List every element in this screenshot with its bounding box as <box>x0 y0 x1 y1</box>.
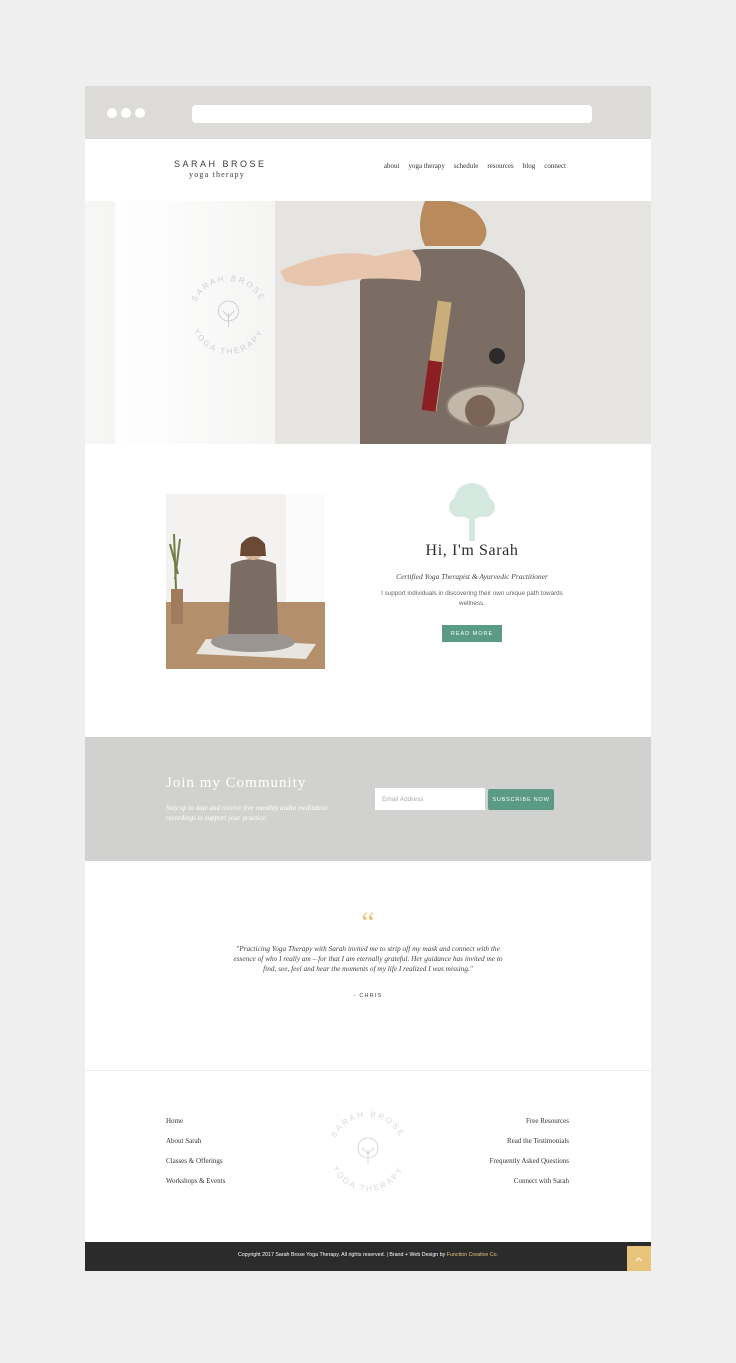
address-bar[interactable] <box>192 105 592 123</box>
footer-link-faq[interactable]: Frequently Asked Questions <box>490 1157 569 1177</box>
nav-resources[interactable]: resources <box>487 162 513 170</box>
nav-yoga-therapy[interactable]: yoga therapy <box>408 162 444 170</box>
footer-link-home[interactable]: Home <box>166 1117 225 1137</box>
svg-text:SARAH BROSE: SARAH BROSE <box>329 1110 407 1139</box>
footer-links-left: Home About Sarah Classes & Offerings Wor… <box>166 1117 225 1197</box>
footer-link-resources[interactable]: Free Resources <box>490 1117 569 1137</box>
designer-link[interactable]: Function Creative Co. <box>447 1252 498 1258</box>
testimonial-author: - CHRIS <box>353 993 383 999</box>
footer-link-workshops[interactable]: Workshops & Events <box>166 1177 225 1197</box>
window-dot-close[interactable] <box>107 108 117 118</box>
about-title: Hi, I'm Sarah <box>425 542 519 559</box>
about-description: I support individuals in discovering the… <box>381 590 563 607</box>
chevron-up-icon <box>635 1256 643 1261</box>
footer-seal-sub: YOGA THERAPY <box>331 1164 403 1193</box>
tree-icon <box>218 300 239 327</box>
main-nav: about yoga therapy schedule resources bl… <box>384 162 566 170</box>
testimonial-text: "Practicing Yoga Therapy with Sarah invi… <box>233 944 503 974</box>
footer-link-testimonials[interactable]: Read the Testimonials <box>490 1137 569 1157</box>
footer-link-connect[interactable]: Connect with Sarah <box>490 1177 569 1197</box>
window-dot-minimize[interactable] <box>121 108 131 118</box>
footer-seal-name: SARAH BROSE <box>329 1110 405 1139</box>
read-more-button[interactable]: READ MORE <box>442 625 502 642</box>
footer-seal-logo: SARAH BROSE YOGA THERAPY <box>329 1110 407 1193</box>
nav-about[interactable]: about <box>384 162 400 170</box>
community-text: Stay up to date and receive free monthly… <box>166 804 328 822</box>
nav-connect[interactable]: connect <box>544 162 566 170</box>
svg-text:YOGA THERAPY: YOGA THERAPY <box>192 327 266 356</box>
footer-links-right: Free Resources Read the Testimonials Fre… <box>490 1117 569 1197</box>
subscribe-button[interactable]: SUBSCRIBE NOW <box>488 789 554 810</box>
logo-name[interactable]: SARAH BROSE <box>174 159 267 169</box>
footer-divider <box>85 1070 651 1071</box>
email-field[interactable] <box>375 788 485 810</box>
copyright-text: Copyright 2017 Sarah Brose Yoga Therapy.… <box>85 1252 651 1258</box>
nav-blog[interactable]: blog <box>523 162 535 170</box>
footer-link-classes[interactable]: Classes & Offerings <box>166 1157 225 1177</box>
nav-schedule[interactable]: schedule <box>454 162 479 170</box>
community-section: Join my Community Stay up to date and re… <box>85 737 651 861</box>
quote-icon: “ <box>361 906 375 939</box>
community-title: Join my Community <box>166 775 307 791</box>
site-header: SARAH BROSE yoga therapy about yoga ther… <box>85 139 651 201</box>
footer-tree-icon <box>357 1137 379 1164</box>
logo-subtitle[interactable]: yoga therapy <box>189 170 245 179</box>
hero-banner: SARAH BROSE YOGA THERAPY <box>85 201 651 444</box>
hero-photo <box>275 201 651 444</box>
svg-text:YOGA THERAPY: YOGA THERAPY <box>331 1164 405 1193</box>
svg-text:SARAH BROSE: SARAH BROSE <box>190 274 268 303</box>
browser-chrome <box>85 86 651 139</box>
copyright-line: Copyright 2017 Sarah Brose Yoga Therapy.… <box>237 1252 446 1258</box>
about-subtitle: Certified Yoga Therapist & Ayurvedic Pra… <box>396 572 548 581</box>
browser-window: SARAH BROSE yoga therapy about yoga ther… <box>85 86 651 1271</box>
hero-seal-sub: YOGA THERAPY <box>192 327 263 356</box>
window-dot-maximize[interactable] <box>135 108 145 118</box>
about-photo-image <box>166 494 325 669</box>
about-photo <box>166 494 325 669</box>
hero-seal-name: SARAH BROSE <box>190 274 265 303</box>
tree-watermark-icon <box>449 483 495 541</box>
hero-seal-logo: SARAH BROSE YOGA THERAPY <box>190 274 268 356</box>
bottom-bar: Copyright 2017 Sarah Brose Yoga Therapy.… <box>85 1242 651 1271</box>
footer-link-about[interactable]: About Sarah <box>166 1137 225 1157</box>
back-to-top-button[interactable] <box>627 1246 651 1271</box>
